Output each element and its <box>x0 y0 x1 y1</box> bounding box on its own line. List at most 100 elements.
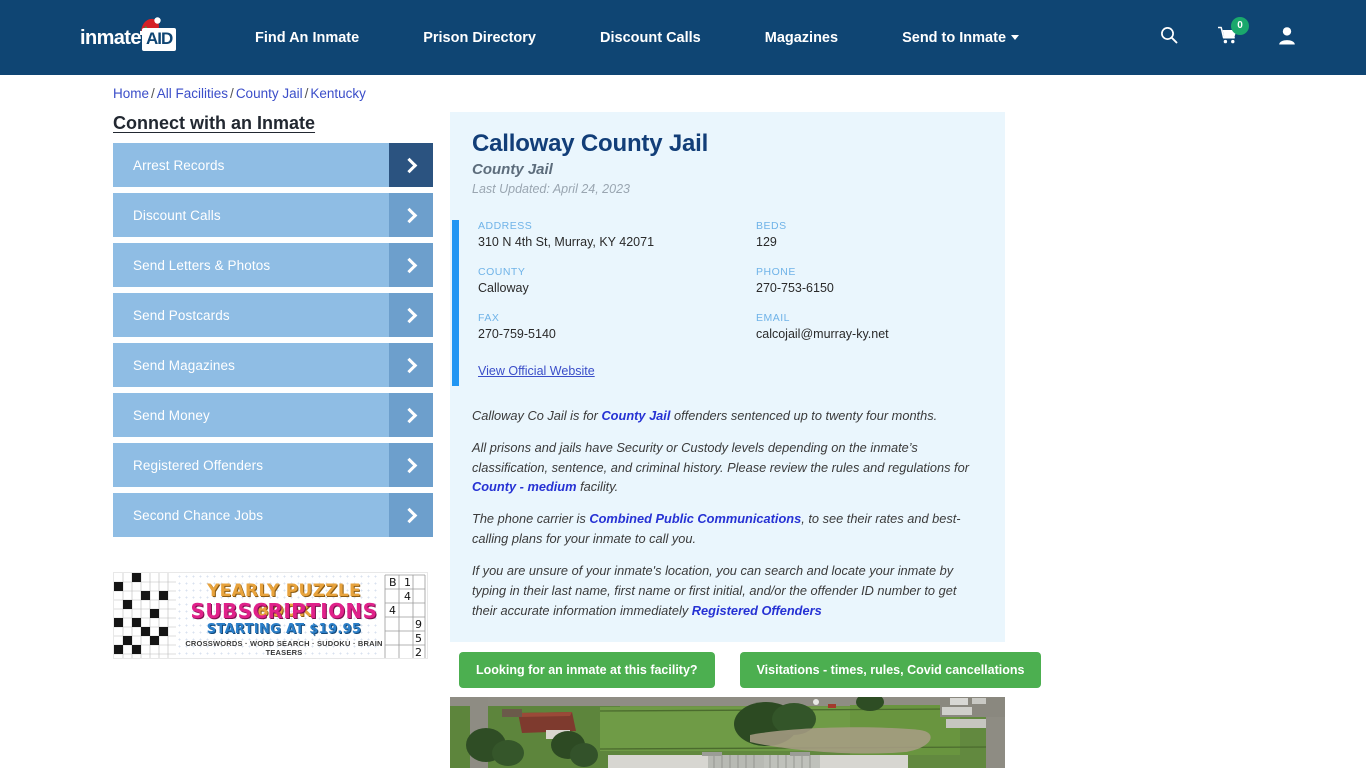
sidebar-item-label: Arrest Records <box>133 157 225 173</box>
description-paragraph-4: If you are unsure of your inmate's locat… <box>472 561 973 620</box>
detail-address: ADDRESS 310 N 4th St, Murray, KY 42071 <box>478 220 756 249</box>
facility-description: Calloway Co Jail is for County Jail offe… <box>450 406 1005 620</box>
nav-item-magazines[interactable]: Magazines <box>765 30 838 46</box>
link-county-medium[interactable]: County - medium <box>472 479 577 494</box>
main-navigation: Find An Inmate Prison Directory Discount… <box>255 0 1020 75</box>
sidebar-item-label: Send Magazines <box>133 357 235 373</box>
view-official-website-link[interactable]: View Official Website <box>478 364 595 378</box>
facility-satellite-map[interactable] <box>450 697 1005 768</box>
nav-item-send-to-inmate-label: Send to Inmate <box>902 29 1007 46</box>
detail-county: COUNTY Calloway <box>478 266 756 295</box>
sidebar-item-send-postcards[interactable]: Send Postcards <box>113 293 433 337</box>
header-icon-group: 0 <box>1160 0 1296 75</box>
sidebar-item-label: Send Postcards <box>133 307 230 323</box>
last-updated-text: Last Updated: April 24, 2023 <box>472 182 630 196</box>
sidebar-item-send-magazines[interactable]: Send Magazines <box>113 343 433 387</box>
search-icon[interactable] <box>1160 26 1178 49</box>
cart-count-badge: 0 <box>1231 16 1249 35</box>
link-county-jail[interactable]: County Jail <box>601 408 670 423</box>
chevron-down-icon <box>1011 35 1020 41</box>
desc-text: offenders sentenced up to twenty four mo… <box>670 408 938 423</box>
svg-text:5: 5 <box>415 632 422 645</box>
sidebar-item-second-chance-jobs[interactable]: Second Chance Jobs <box>113 493 433 537</box>
nav-item-discount-calls[interactable]: Discount Calls <box>600 30 701 46</box>
sidebar-item-registered-offenders[interactable]: Registered Offenders <box>113 443 433 487</box>
description-paragraph-1: Calloway Co Jail is for County Jail offe… <box>472 406 973 426</box>
chevron-right-icon[interactable] <box>389 343 433 387</box>
chevron-right-icon[interactable] <box>389 143 433 187</box>
svg-text:B: B <box>389 576 397 589</box>
detail-fax: FAX 270-759-5140 <box>478 312 756 341</box>
detail-label: FAX <box>478 312 500 324</box>
description-paragraph-3: The phone carrier is Combined Public Com… <box>472 509 973 549</box>
desc-text: Calloway Co Jail is for <box>472 408 602 423</box>
breadcrumb-separator: / <box>230 86 234 101</box>
logo-wordmark: inmate <box>80 27 141 49</box>
sidebar-title: Connect with an Inmate <box>113 113 316 133</box>
description-paragraph-2: All prisons and jails have Security or C… <box>472 438 973 497</box>
detail-beds: BEDS 129 <box>756 220 1005 249</box>
svg-text:1: 1 <box>404 576 411 589</box>
breadcrumb: Home / All Facilities / County Jail / Kentucky <box>113 86 366 101</box>
facility-info-card: Calloway County Jail County Jail Last Up… <box>450 112 1005 642</box>
detail-value: 270-753-6150 <box>756 281 834 295</box>
facility-details-grid: ADDRESS 310 N 4th St, Murray, KY 42071 B… <box>478 220 1005 341</box>
logo-aid-badge: AID <box>142 28 177 51</box>
action-button-group: Looking for an inmate at this facility? … <box>459 652 1042 688</box>
chevron-right-icon[interactable] <box>389 493 433 537</box>
user-account-icon[interactable] <box>1278 26 1296 50</box>
detail-value: 310 N 4th St, Murray, KY 42071 <box>478 235 655 249</box>
sidebar-menu: Arrest Records Discount Calls Send Lette… <box>113 143 433 543</box>
breadcrumb-item-home[interactable]: Home <box>113 86 149 101</box>
svg-text:4: 4 <box>389 604 396 617</box>
nav-item-send-to-inmate[interactable]: Send to Inmate <box>902 29 1020 46</box>
find-inmate-button[interactable]: Looking for an inmate at this facility? <box>459 652 715 688</box>
sidebar-item-send-letters-photos[interactable]: Send Letters & Photos <box>113 243 433 287</box>
detail-label: BEDS <box>756 220 787 232</box>
nav-item-prison-directory[interactable]: Prison Directory <box>423 30 536 46</box>
chevron-right-icon[interactable] <box>389 243 433 287</box>
crossword-grid-decoration <box>114 573 176 658</box>
ad-price-line: STARTING AT $19.95 <box>206 622 362 637</box>
puzzle-book-ad-banner[interactable]: 14 49 52 B YEARLY PUZZLE BOOK SUBSCRIPTI… <box>113 572 428 659</box>
detail-value: calcojail@murray-ky.net <box>756 327 889 341</box>
detail-value: 129 <box>756 235 777 249</box>
detail-label: EMAIL <box>756 312 791 324</box>
link-registered-offenders[interactable]: Registered Offenders <box>692 603 822 618</box>
detail-phone: PHONE 270-753-6150 <box>756 266 1005 295</box>
svg-text:2: 2 <box>415 646 422 659</box>
accent-bar <box>452 220 459 386</box>
detail-value: 270-759-5140 <box>478 327 556 341</box>
visitations-button[interactable]: Visitations - times, rules, Covid cancel… <box>739 652 1042 688</box>
detail-label: PHONE <box>756 266 796 278</box>
link-phone-carrier[interactable]: Combined Public Communications <box>589 511 801 526</box>
chevron-right-icon[interactable] <box>389 443 433 487</box>
breadcrumb-item-county-jail[interactable]: County Jail <box>236 86 303 101</box>
chevron-right-icon[interactable] <box>389 393 433 437</box>
facility-header: Calloway County Jail County Jail Last Up… <box>450 112 1005 196</box>
sidebar-item-arrest-records[interactable]: Arrest Records <box>113 143 433 187</box>
facility-details-block: ADDRESS 310 N 4th St, Murray, KY 42071 B… <box>450 220 1005 386</box>
breadcrumb-item-all-facilities[interactable]: All Facilities <box>157 86 228 101</box>
shopping-cart-icon[interactable]: 0 <box>1217 16 1249 50</box>
chevron-right-icon[interactable] <box>389 293 433 337</box>
breadcrumb-item-kentucky[interactable]: Kentucky <box>310 86 366 101</box>
sidebar-item-label: Registered Offenders <box>133 457 264 473</box>
desc-text: facility. <box>576 479 619 495</box>
page-title: Calloway County Jail <box>472 130 709 157</box>
svg-text:9: 9 <box>415 618 422 631</box>
sidebar-item-label: Send Letters & Photos <box>133 257 271 273</box>
sidebar-item-send-money[interactable]: Send Money <box>113 393 433 437</box>
svg-text:4: 4 <box>404 590 411 603</box>
chevron-right-icon[interactable] <box>389 193 433 237</box>
sidebar-item-discount-calls[interactable]: Discount Calls <box>113 193 433 237</box>
detail-value: Calloway <box>478 281 529 295</box>
site-header: inmate AID Find An Inmate Prison Directo… <box>0 0 1366 75</box>
detail-label: COUNTY <box>478 266 526 278</box>
sidebar-item-label: Second Chance Jobs <box>133 507 264 523</box>
detail-label: ADDRESS <box>478 220 533 232</box>
ad-headline-2: SUBSCRIPTIONS <box>190 599 378 623</box>
nav-item-find-an-inmate[interactable]: Find An Inmate <box>255 30 359 46</box>
site-logo[interactable]: inmate AID <box>80 17 190 55</box>
